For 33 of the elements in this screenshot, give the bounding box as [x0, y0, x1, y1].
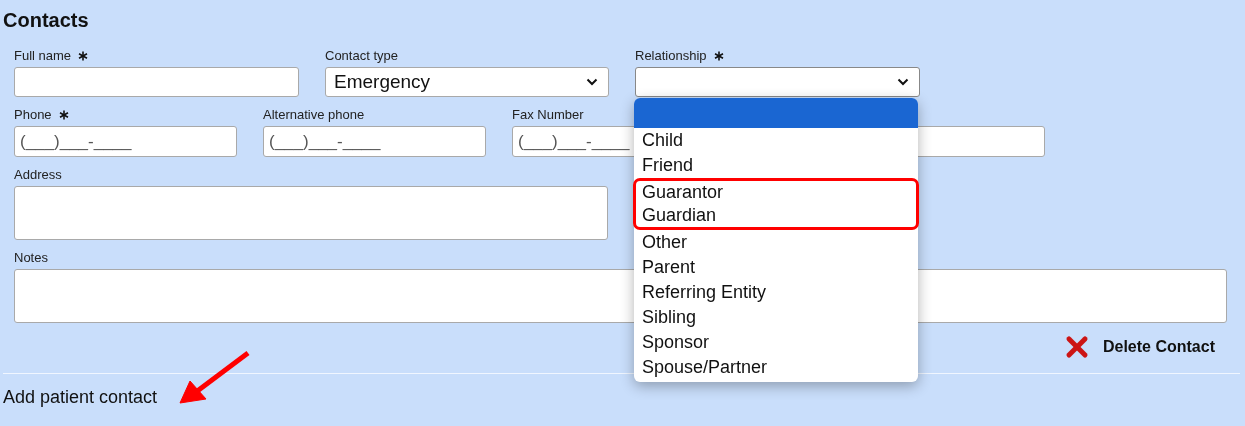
- required-asterisk-icon: [78, 51, 89, 61]
- dropdown-option[interactable]: Sponsor: [634, 330, 918, 355]
- select-field[interactable]: [635, 67, 920, 97]
- dropdown-option[interactable]: Guardian: [636, 204, 916, 227]
- field-label: Alternative phone: [263, 107, 365, 123]
- delete-contact-button[interactable]: Delete Contact: [1064, 335, 1215, 359]
- required-asterisk-icon: [713, 51, 724, 61]
- close-icon: [1064, 335, 1089, 359]
- add-contact-link[interactable]: Add patient contact: [3, 387, 158, 407]
- field-label: Notes: [14, 250, 48, 266]
- required-asterisk-icon: [58, 110, 69, 120]
- phone-field[interactable]: (___)___-____: [14, 126, 237, 157]
- dropdown-option[interactable]: Sibling: [634, 305, 918, 330]
- field-label: Phone: [14, 107, 52, 123]
- field-label: Contact type: [325, 48, 398, 64]
- field-label: Fax Number: [512, 107, 584, 123]
- chevron-down-icon: [897, 78, 909, 86]
- field-label: Address: [14, 167, 62, 183]
- dropdown-option[interactable]: Parent: [634, 255, 918, 280]
- phone-field[interactable]: (___)___-____: [263, 126, 486, 157]
- dropdown-option[interactable]: Friend: [634, 153, 918, 178]
- field-label: Full name: [14, 48, 72, 64]
- dropdown-option[interactable]: Other: [634, 230, 918, 255]
- dropdown-option[interactable]: Guarantor: [636, 181, 916, 204]
- dropdown-option[interactable]: Referring Entity: [634, 280, 918, 305]
- field-label: Relationship: [635, 48, 707, 64]
- chevron-down-icon: [586, 78, 598, 86]
- text-field[interactable]: [14, 67, 299, 97]
- select-field[interactable]: Emergency: [325, 67, 609, 97]
- dropdown-option[interactable]: Spouse/Partner: [634, 355, 918, 380]
- section-title: Contacts: [3, 8, 90, 33]
- text-area[interactable]: [14, 186, 608, 240]
- dropdown-option[interactable]: Child: [634, 128, 918, 153]
